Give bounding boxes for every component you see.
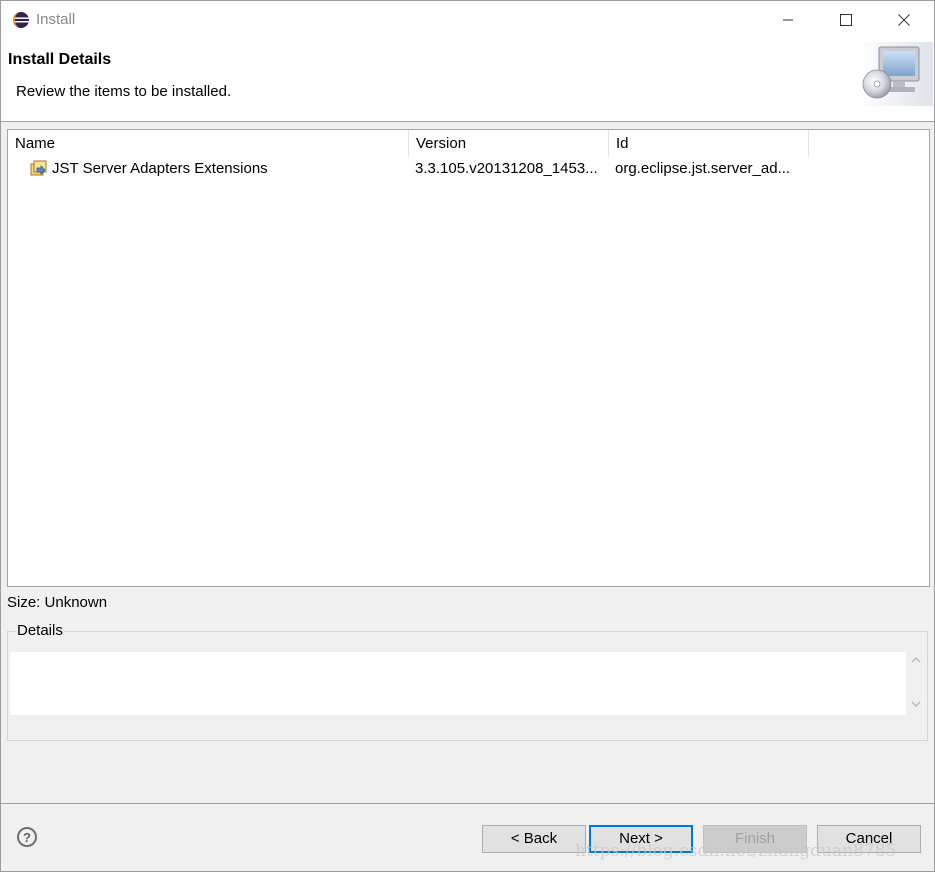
window-title: Install	[36, 11, 76, 28]
chevron-down-icon	[911, 701, 921, 707]
close-button[interactable]	[875, 1, 933, 39]
details-label: Details	[16, 622, 64, 639]
wizard-header: Install Details Review the items to be i…	[1, 39, 934, 122]
install-items-table[interactable]: Name Version Id JST Server Adapters Exte…	[7, 129, 930, 587]
title-bar[interactable]: Install	[1, 1, 934, 39]
item-id: org.eclipse.jst.server_ad...	[615, 160, 791, 177]
size-label: Size: Unknown	[7, 594, 108, 611]
details-text-area[interactable]	[10, 652, 906, 715]
scroll-down-arrow[interactable]	[909, 698, 923, 712]
maximize-button[interactable]	[817, 1, 875, 39]
column-header-name[interactable]: Name	[8, 130, 409, 157]
help-icon: ?	[23, 830, 31, 845]
install-dialog: Install Install Details Review the items…	[0, 0, 935, 872]
close-icon	[898, 14, 910, 26]
install-wizard-icon	[859, 42, 933, 106]
button-bar-separator	[1, 803, 934, 804]
column-header-version[interactable]: Version	[409, 130, 609, 157]
minimize-button[interactable]	[759, 1, 817, 39]
back-button[interactable]: < Back	[482, 825, 586, 853]
maximize-icon	[840, 14, 852, 26]
help-button[interactable]: ?	[17, 827, 37, 847]
page-title: Install Details	[8, 51, 112, 68]
feature-icon	[30, 160, 47, 176]
item-name: JST Server Adapters Extensions	[52, 160, 268, 177]
chevron-up-icon	[911, 657, 921, 663]
minimize-icon	[783, 19, 793, 21]
item-version: 3.3.105.v20131208_1453...	[415, 160, 598, 177]
eclipse-icon	[13, 12, 29, 28]
column-header-id[interactable]: Id	[609, 130, 809, 157]
scroll-up-arrow[interactable]	[909, 654, 923, 668]
table-row[interactable]: JST Server Adapters Extensions 3.3.105.v…	[8, 157, 809, 181]
watermark: https://blog.csdn.net/zhangduan8785	[575, 841, 897, 861]
page-description: Review the items to be installed.	[16, 83, 232, 100]
